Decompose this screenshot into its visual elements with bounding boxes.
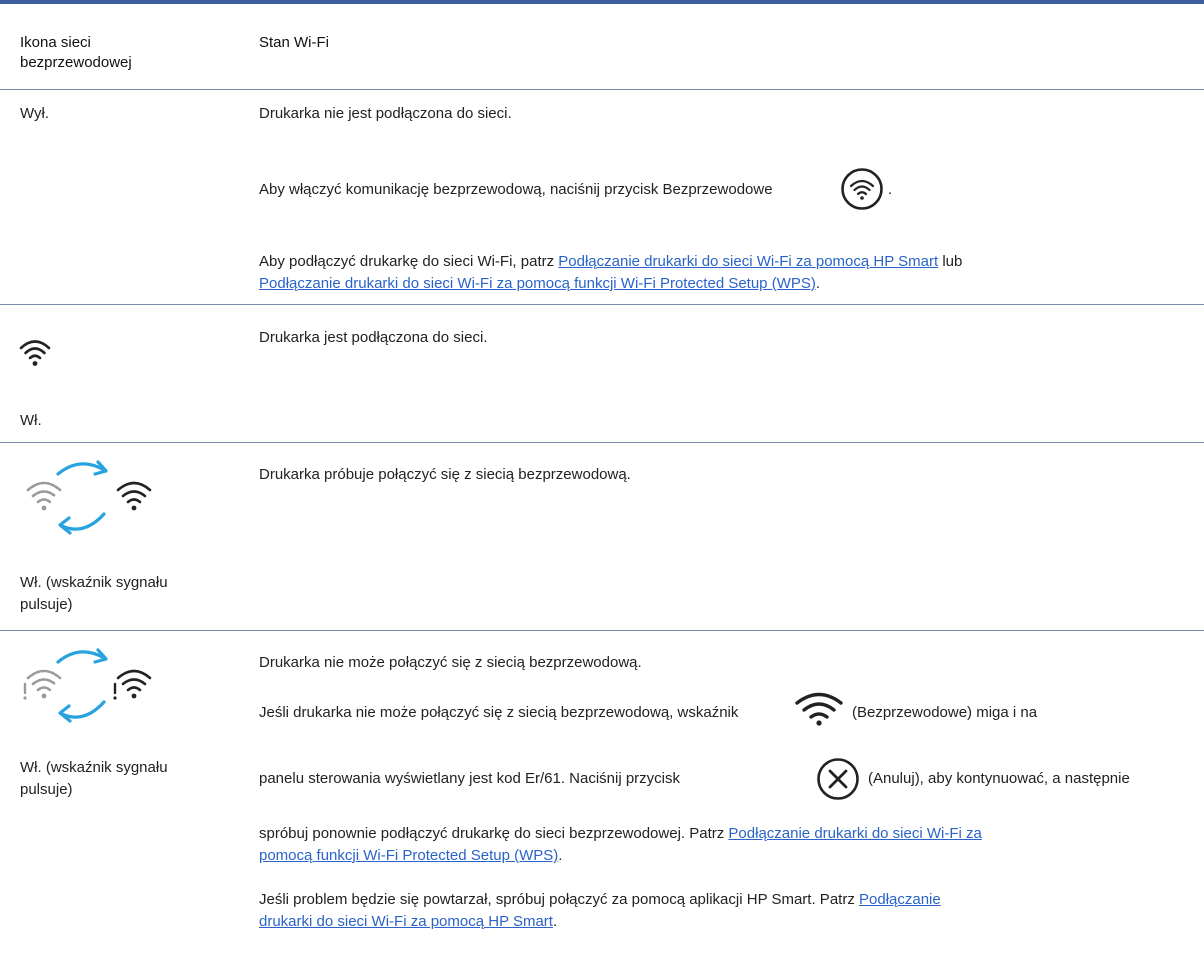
wifi-error-icon [23, 648, 152, 723]
row-error-line-2-end: (Bezprzewodowe) miga i na [852, 704, 1038, 721]
row-connecting-state-label: Wł. (wskaźnik sygnału pulsuje) [20, 574, 168, 613]
row-error-paragraph-3b: pomocą funkcji Wi-Fi Protected Setup (WP… [259, 845, 562, 867]
row-error-paragraph-4: Jeśli problem będzie się powtarzał, spró… [259, 889, 941, 911]
row-off-line-2: Aby włączyć komunikację bezprzewodową, n… [259, 181, 773, 198]
row-off-p3-end: . [815, 275, 821, 292]
link-hp-smart-2[interactable]: Podłączanie [859, 891, 941, 908]
row-divider-1 [0, 304, 1204, 305]
row-error-line-2: Jeśli drukarka nie może połączyć się z s… [259, 704, 739, 721]
wireless-indicator-icon [795, 692, 843, 726]
wifi-connecting-icon [26, 460, 152, 535]
header-divider [0, 89, 1204, 90]
wifi-icon [19, 340, 51, 366]
row-off-p3-mid: lub [938, 253, 963, 270]
row-error-line-3-end: (Anuluj), aby kontynuować, a następnie [868, 770, 1130, 787]
header-status-column: Stan Wi-Fi [259, 34, 330, 51]
row-on-line-1: Drukarka jest podłączona do sieci. [259, 329, 488, 346]
row-off-line-2-end: . [888, 181, 893, 198]
link-wps[interactable]: Podłączanie drukarki do sieci Wi-Fi za p… [259, 275, 816, 292]
row-connecting-line-1: Drukarka próbuje połączyć się z siecią b… [259, 466, 631, 483]
row-error-paragraph-3: spróbuj ponownie podłączyć drukarkę do s… [259, 823, 982, 845]
table-top-rule [0, 0, 1204, 4]
row-off-paragraph-3b: Podłączanie drukarki do sieci Wi-Fi za p… [259, 273, 820, 295]
row-error-p4-prefix: Jeśli problem będzie się powtarzał, spró… [259, 891, 859, 908]
row-divider-2 [0, 442, 1204, 443]
row-on-state-label: Wł. [20, 412, 42, 429]
row-off-state-label: Wył. [20, 105, 50, 122]
row-error-state-label: Wł. (wskaźnik sygnału pulsuje) [20, 759, 168, 798]
row-off-line-1: Drukarka nie jest podłączona do sieci. [259, 105, 512, 122]
header-icon-column: Ikona sieci bezprzewodowej [20, 34, 132, 71]
row-off-p3-prefix: Aby podłączyć drukarkę do sieci Wi-Fi, p… [259, 253, 559, 270]
row-error-p4-end: . [552, 913, 558, 930]
row-error-line-3: panelu sterowania wyświetlany jest kod E… [259, 770, 681, 787]
wireless-button-icon [841, 168, 883, 210]
cancel-button-icon [817, 758, 859, 800]
row-error-paragraph-4b: drukarki do sieci Wi-Fi za pomocą HP Sma… [259, 911, 557, 933]
row-divider-3 [0, 630, 1204, 631]
link-wps-2[interactable]: Podłączanie drukarki do sieci Wi-Fi za [728, 825, 981, 842]
row-error-p3-end: . [558, 847, 563, 864]
row-error-p3-prefix: spróbuj ponownie podłączyć drukarkę do s… [259, 825, 729, 842]
wifi-status-table: Ikona sieci bezprzewodowej Stan Wi-Fi Wy… [0, 0, 1204, 961]
row-off-paragraph-3: Aby podłączyć drukarkę do sieci Wi-Fi, p… [259, 251, 962, 273]
link-wps-2-cont[interactable]: pomocą funkcji Wi-Fi Protected Setup (WP… [259, 847, 558, 864]
link-hp-smart-2-cont[interactable]: drukarki do sieci Wi-Fi za pomocą HP Sma… [259, 913, 553, 930]
link-hp-smart[interactable]: Podłączanie drukarki do sieci Wi-Fi za p… [558, 253, 938, 270]
row-error-line-1: Drukarka nie może połączyć się z siecią … [259, 654, 642, 671]
